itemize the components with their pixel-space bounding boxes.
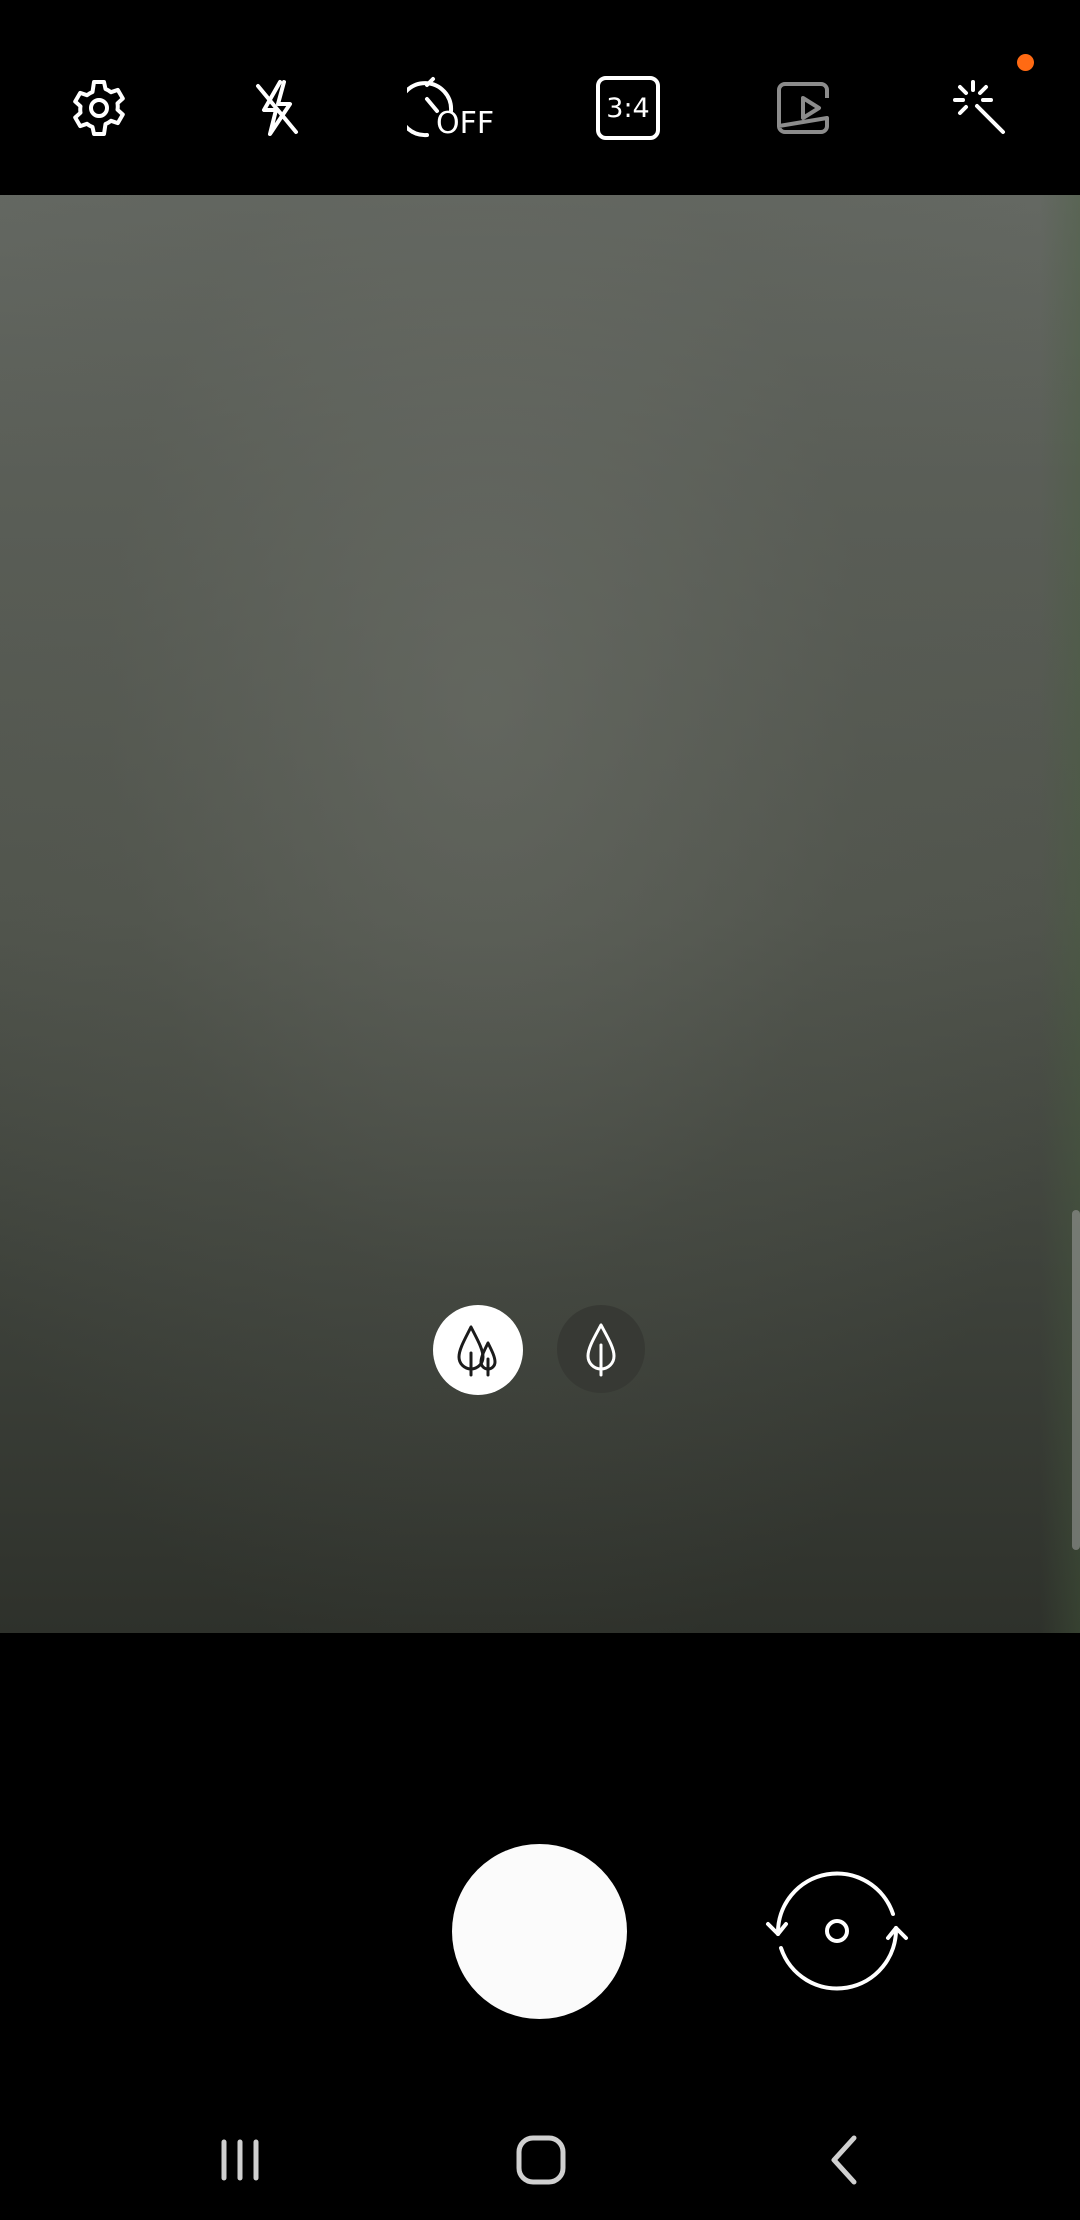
- ratio-label: 3:4: [604, 92, 652, 124]
- home-button[interactable]: [481, 2118, 601, 2202]
- zoom-slider[interactable]: [1072, 1210, 1080, 1550]
- recent-apps-icon: [221, 2139, 259, 2181]
- gear-icon: [73, 80, 125, 136]
- wide-lens-button[interactable]: [433, 1305, 523, 1395]
- recent-apps-button[interactable]: [180, 2118, 300, 2202]
- back-icon: [831, 2135, 857, 2185]
- notification-dot: [1017, 54, 1034, 71]
- shutter-button[interactable]: [452, 1844, 627, 2019]
- settings-button[interactable]: [39, 48, 159, 168]
- switch-camera-icon: [766, 1871, 908, 1991]
- home-icon: [516, 2135, 566, 2185]
- timer-label: OFF: [436, 106, 495, 141]
- tree-icon: [586, 1323, 616, 1377]
- motion-photo-button[interactable]: [745, 48, 865, 168]
- top-toolbar: OFF 3:4: [0, 0, 1080, 195]
- flash-button[interactable]: [216, 48, 336, 168]
- timer-button[interactable]: OFF: [392, 48, 512, 168]
- magic-wand-icon: [953, 80, 1005, 134]
- ratio-button[interactable]: 3:4: [568, 48, 688, 168]
- trees-icon: [457, 1325, 497, 1377]
- camera-viewfinder[interactable]: [0, 195, 1080, 1633]
- switch-camera-button[interactable]: [762, 1866, 912, 1996]
- normal-lens-button[interactable]: [557, 1305, 645, 1393]
- motion-photo-icon: [777, 82, 829, 134]
- flash-off-icon: [256, 80, 298, 136]
- back-button[interactable]: [784, 2118, 904, 2202]
- aspect-ratio-icon: 3:4: [596, 76, 660, 140]
